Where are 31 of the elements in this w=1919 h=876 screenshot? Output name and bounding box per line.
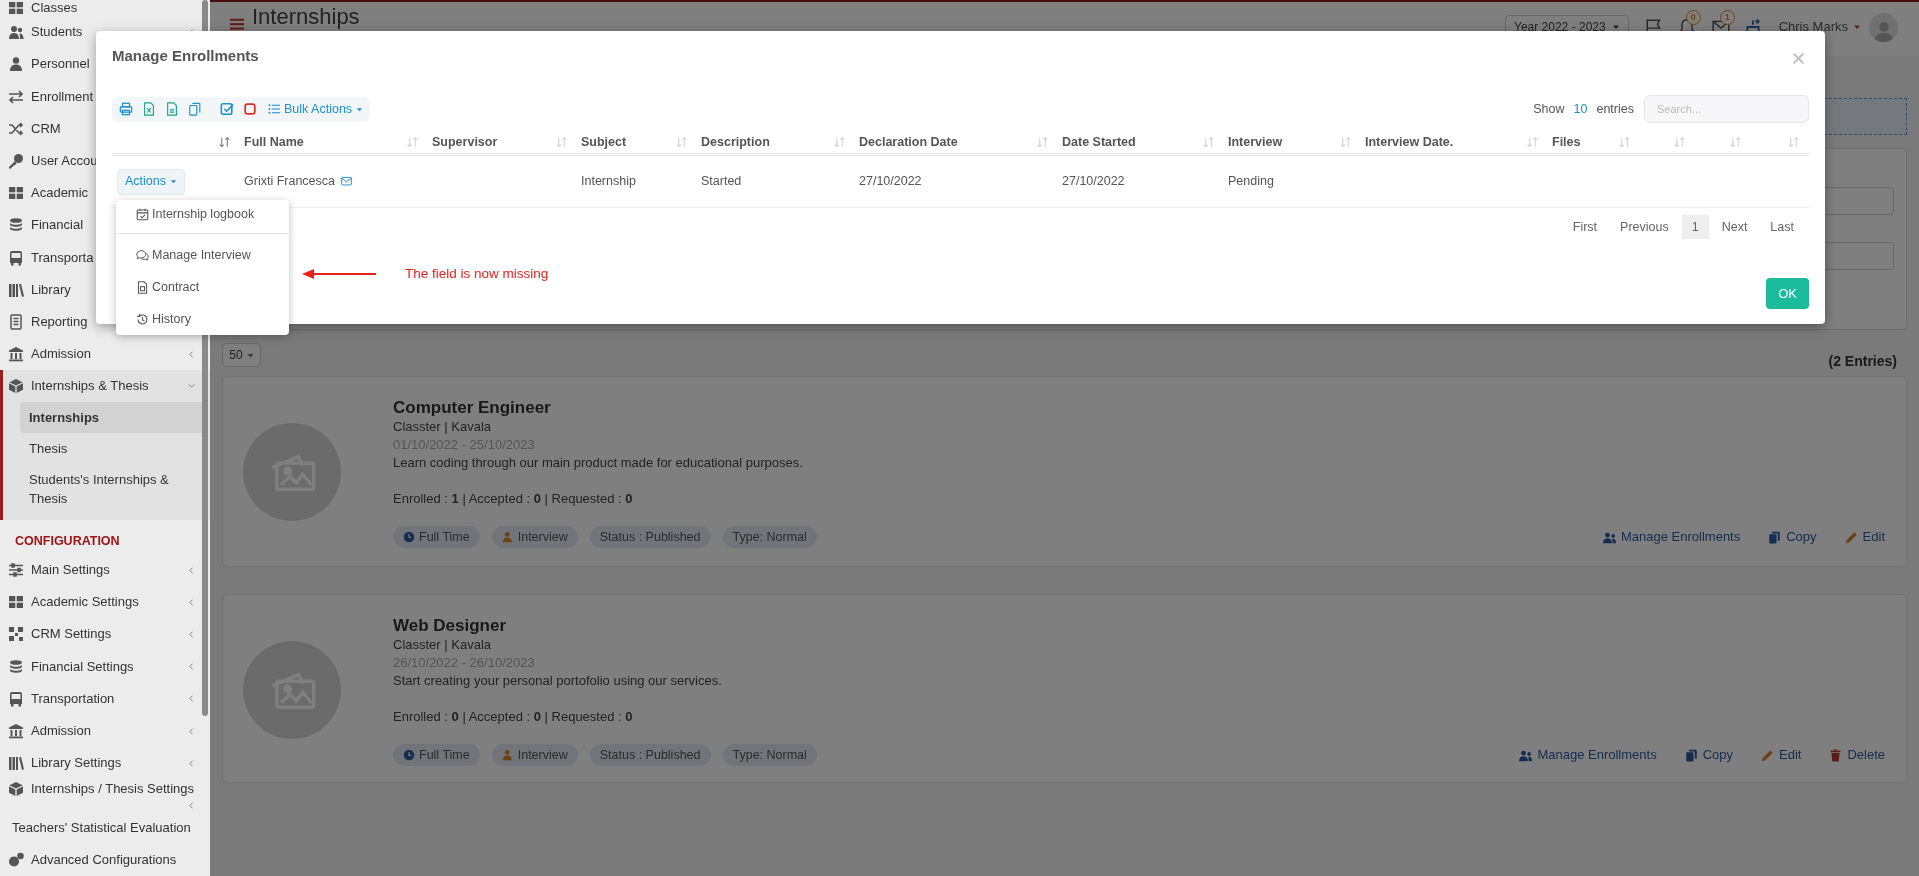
count-badge: 0	[1685, 10, 1701, 25]
description-text: Learn coding through our main product made for educational purposes.	[393, 454, 804, 472]
table-cell-text: Internship	[581, 173, 636, 191]
table-cell-text: Grixti Francesca	[244, 173, 335, 191]
enrollment-stats: Enrolled : 0 | Accepted : 0 | Requested : 0	[393, 708, 634, 726]
organization-text: Classter | Kavala	[393, 418, 493, 435]
page-title: Internships	[252, 4, 360, 30]
tag: Status : Published	[589, 744, 711, 766]
card-title: Web Designer	[393, 616, 508, 636]
tag: Type: Normal	[722, 526, 817, 548]
annotation-text: The field is now missing	[405, 265, 549, 283]
tag: Status : Published	[589, 526, 711, 548]
entries-label: entries	[1596, 100, 1634, 118]
table-cell-text: Started	[701, 173, 742, 191]
table-cell-text: Pending	[1228, 173, 1274, 191]
tag: Interview	[491, 526, 578, 548]
show-label: Show	[1533, 100, 1565, 118]
description-text: Start creating your personal portofolio using our services.	[393, 672, 723, 690]
table-cell-text: 27/10/2022	[859, 173, 922, 191]
enrollment-stats: Enrolled : 1 | Accepted : 0 | Requested : 0	[393, 490, 634, 508]
tag: Full Time	[393, 526, 480, 548]
tag: Type: Normal	[722, 744, 817, 766]
modal-title: Manage Enrollments	[112, 46, 259, 66]
card-title: Computer Engineer	[393, 398, 552, 418]
entries-count: (2 Entries)	[1828, 351, 1898, 371]
tag: Interview	[491, 744, 578, 766]
table-cell-text: 27/10/2022	[1062, 173, 1125, 191]
tag: Full Time	[393, 744, 480, 766]
organization-text: Classter | Kavala	[393, 636, 493, 653]
section-heading: CONFIGURATION	[14, 532, 121, 550]
count-badge: 1	[1719, 10, 1735, 25]
